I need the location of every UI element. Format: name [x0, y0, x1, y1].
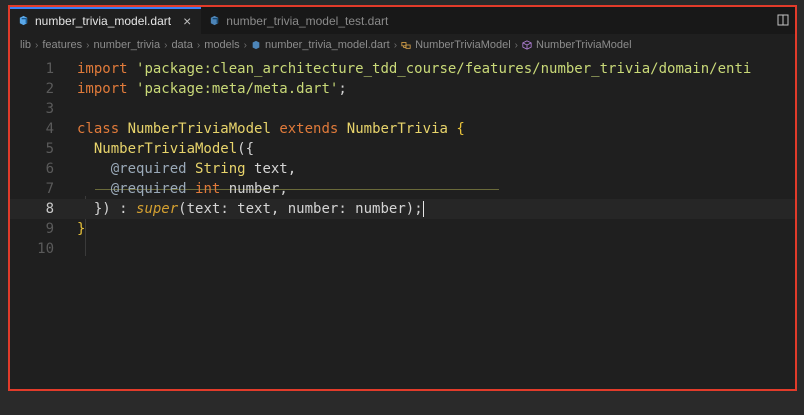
code-token: super [136, 201, 179, 217]
code-text: class NumberTriviaModel extends NumberTr… [77, 119, 465, 139]
code-line[interactable]: 5 NumberTriviaModel({ [10, 139, 795, 159]
tab-number-trivia-model-test[interactable]: number_trivia_model_test.dart [201, 7, 398, 34]
code-token: class [77, 121, 120, 137]
breadcrumb: lib › features › number_trivia › data › … [10, 34, 795, 56]
dart-icon [252, 40, 260, 50]
code-token: ) [405, 201, 415, 217]
code-line[interactable]: 9} [10, 219, 795, 239]
code-token: NumberTriviaModel [127, 121, 271, 137]
code-line[interactable]: 6 @required String text, [10, 159, 795, 179]
line-number: 10 [37, 241, 54, 257]
line-number: 8 [45, 201, 54, 217]
tab-label: number_trivia_model.dart [35, 13, 172, 28]
code-line[interactable]: 1 import 'package:clean_architecture_tdd_… [10, 59, 795, 79]
breadcrumb-item[interactable]: data [171, 39, 192, 51]
code-token: }) [93, 201, 111, 217]
code-token: text, [245, 161, 297, 177]
dart-icon [211, 15, 219, 26]
breadcrumb-item[interactable]: models [204, 39, 239, 51]
chevron-right-icon: › [164, 39, 168, 51]
code-text: }) : super(text: text, number: number); [77, 199, 424, 219]
code-text: import 'package:clean_architecture_tdd_c… [77, 59, 751, 79]
code-token: NumberTriviaModel [93, 141, 238, 157]
code-token: number, [220, 181, 288, 197]
code-token: int [195, 181, 221, 197]
code-line[interactable]: 10 [10, 239, 795, 259]
chevron-right-icon: › [393, 39, 398, 51]
chevron-right-icon: › [243, 39, 248, 51]
code-token: text: text, number: number [186, 201, 406, 217]
dart-icon [19, 15, 28, 26]
code-line[interactable]: 8 }) : super(text: text, number: number)… [10, 199, 795, 219]
code-token: : [110, 201, 137, 217]
code-token: 'package:clean_architecture_tdd_course/f… [136, 61, 752, 77]
code-token: import [77, 81, 128, 97]
code-token: String [195, 161, 246, 177]
chevron-right-icon: › [514, 39, 518, 51]
breadcrumb-item[interactable]: lib [20, 39, 31, 51]
code-editor[interactable]: I 1import 'package:clean_architecture_td… [10, 56, 795, 389]
code-token: 'package:meta/meta.dart' [136, 81, 339, 97]
breadcrumb-item[interactable]: NumberTriviaModel [536, 39, 632, 51]
code-text: @required String text, [77, 159, 296, 179]
code-token: @required [110, 181, 187, 197]
code-line[interactable]: 7 @required int number, [10, 179, 795, 199]
code-token: extends [279, 121, 339, 137]
line-number: 5 [45, 141, 54, 157]
code-line[interactable]: 4 class NumberTriviaModel extends NumberT… [10, 119, 795, 139]
line-number: 3 [45, 101, 54, 117]
breadcrumb-item[interactable]: NumberTriviaModel [415, 39, 511, 51]
constructor-symbol-icon [522, 40, 532, 50]
code-text: NumberTriviaModel({ [77, 139, 254, 159]
text-cursor [422, 201, 424, 217]
line-number: 7 [45, 181, 54, 197]
breadcrumb-item[interactable]: number_trivia_model.dart [265, 39, 390, 51]
split-editor-icon[interactable] [777, 14, 789, 26]
chevron-right-icon: › [86, 39, 90, 51]
code-text: import 'package:meta/meta.dart'; [77, 79, 347, 99]
code-token: NumberTrivia [346, 121, 448, 137]
breadcrumb-item[interactable]: number_trivia [93, 39, 160, 51]
line-number: 2 [45, 81, 54, 97]
code-token: import [77, 61, 128, 77]
close-icon[interactable]: × [183, 14, 191, 28]
code-token: ( [178, 201, 187, 217]
tab-number-trivia-model[interactable]: number_trivia_model.dart × [10, 7, 202, 34]
code-token: @required [110, 161, 187, 177]
code-text: } [77, 219, 85, 239]
class-symbol-icon [401, 42, 411, 49]
code-line[interactable]: 3 [10, 99, 795, 119]
code-line[interactable]: 2 import 'package:meta/meta.dart'; [10, 79, 795, 99]
code-token: ; [414, 201, 423, 217]
chevron-right-icon: › [35, 39, 39, 51]
code-token: { [456, 121, 465, 137]
line-number: 9 [45, 221, 54, 237]
chevron-right-icon: › [196, 39, 201, 51]
tab-bar: number_trivia_model.dart × number_trivia… [10, 7, 795, 34]
code-token: ({ [237, 141, 255, 157]
line-number: 1 [45, 61, 54, 77]
code-token: ; [338, 81, 347, 97]
code-text: @required int number, [77, 179, 288, 199]
tab-label: number_trivia_model_test.dart [226, 13, 389, 28]
line-number: 6 [45, 161, 54, 177]
editor-window: number_trivia_model.dart × number_trivia… [8, 5, 797, 391]
code-token: } [77, 221, 86, 237]
line-number: 4 [45, 121, 54, 137]
breadcrumb-item[interactable]: features [42, 39, 82, 51]
